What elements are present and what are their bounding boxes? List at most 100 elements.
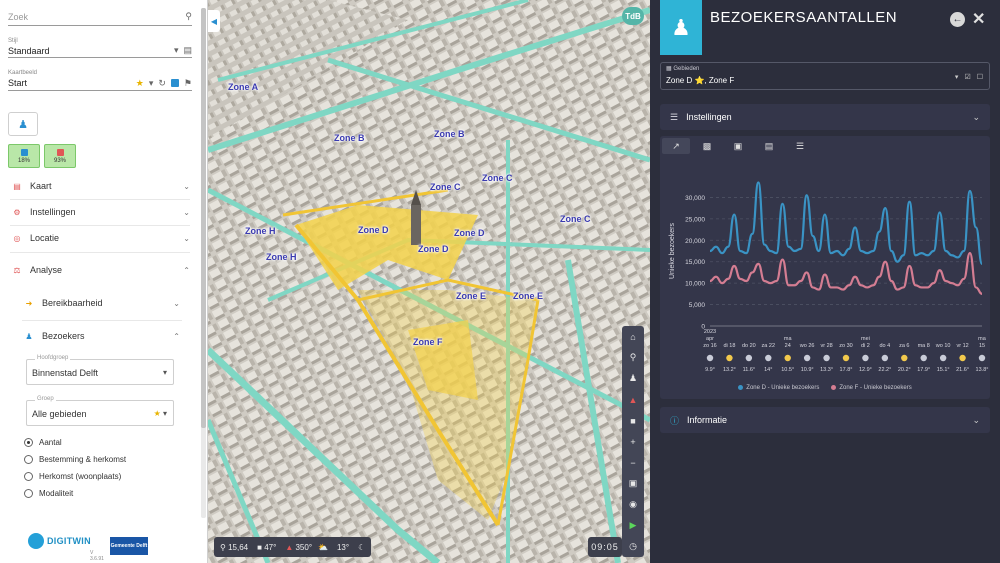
dropdown-arrow-icon[interactable]: ▾	[955, 73, 959, 81]
people-icon: ♟	[18, 118, 28, 131]
zone-label: Zone C	[482, 173, 513, 183]
cube-icon: ■	[257, 542, 262, 552]
clock-icon[interactable]: ◷	[622, 536, 644, 557]
dropdown-arrow-icon[interactable]: ▾	[149, 78, 154, 89]
deselect-checkbox[interactable]: ☐	[977, 73, 983, 81]
location-pin-icon[interactable]: ⚲	[622, 347, 644, 368]
viewpoint-select[interactable]: Kaartbeeld Start ★ ▾ ↻ ⚑	[8, 70, 192, 91]
layer-toggle-2[interactable]: 93%	[44, 144, 76, 168]
legend-item-zone-f[interactable]: Zone F - Unieke bezoekers	[831, 385, 912, 391]
cube-3d-icon[interactable]: ■	[622, 410, 644, 431]
checkbox-icon[interactable]	[170, 79, 179, 87]
chevron-left-icon: ◀	[210, 16, 218, 26]
dropdown-arrow-icon[interactable]: ▾	[174, 45, 179, 56]
digitwin-logo: DIGITWIN V 3.6.91	[28, 533, 104, 562]
weather-icon	[939, 354, 947, 362]
series-line	[709, 252, 983, 295]
zone-label: Zone D	[418, 244, 449, 254]
visitors-tool-button[interactable]: ♟	[8, 112, 38, 136]
layer-pct-2: 93%	[53, 157, 66, 164]
menu-instellingen[interactable]: ⚙ Instellingen ⌄	[12, 204, 190, 220]
menu-kaart[interactable]: ▤ Kaart ⌄	[12, 178, 190, 194]
gebieden-label-text: Gebieden	[673, 66, 700, 72]
chevron-down-icon: ⌄	[173, 298, 180, 308]
zoom-in-icon[interactable]: +	[622, 431, 644, 452]
menu-analyse[interactable]: ⚖ Analyse ⌃	[12, 262, 190, 278]
layers-icon[interactable]: ▣	[622, 473, 644, 494]
collapse-sidebar-button[interactable]: ◀	[208, 10, 220, 32]
select-all-checkbox[interactable]: ☑	[964, 73, 970, 81]
zone-label: Zone B	[434, 129, 465, 139]
camera-icon[interactable]: ◉	[622, 494, 644, 515]
x-tick-label: 24	[785, 343, 791, 349]
map-canvas[interactable]	[208, 0, 650, 563]
groep-select[interactable]: Groep Alle gebieden ★ ▾	[26, 396, 174, 426]
compass-icon[interactable]: ▲	[622, 389, 644, 410]
chevron-up-icon: ⌃	[173, 331, 180, 341]
search-icon[interactable]: ⚲	[185, 11, 192, 22]
radio-label: Bestemming & herkomst	[39, 454, 127, 464]
radio-button[interactable]	[24, 437, 33, 447]
visitor-panel: ♟ BEZOEKERSAANTALLEN ← ✕ ▦ Gebieden Zone…	[650, 0, 1000, 563]
style-select[interactable]: Stijl Standaard ▾ ▤	[8, 38, 192, 58]
sun-cloud-icon: ⛅	[318, 542, 328, 552]
time-display[interactable]: 09:05	[588, 537, 622, 557]
radio-modaliteit[interactable]: Modaliteit	[24, 487, 73, 499]
hoofdgroep-select[interactable]: Hoofdgroep Binnenstad Delft ▾	[26, 355, 174, 385]
weather-icon	[726, 354, 733, 362]
weather-icon	[920, 354, 927, 362]
zone-label: Zone E	[456, 291, 487, 301]
radio-button[interactable]	[24, 471, 33, 481]
weather-bar[interactable]: ⛅ 13° ☾	[312, 537, 372, 557]
zoom-value: 15,64	[228, 542, 249, 552]
menu-locatie[interactable]: ◎ Locatie ⌄	[12, 230, 191, 246]
close-button[interactable]: ✕	[972, 9, 985, 29]
radio-button[interactable]	[24, 454, 33, 464]
radio-bestemming[interactable]: Bestemming & herkomst	[24, 453, 126, 465]
radio-herkomst[interactable]: Herkomst (woonplaats)	[24, 470, 121, 482]
zone-label: Zone A	[228, 82, 259, 92]
gebieden-select[interactable]: ▦ Gebieden Zone D ⭐, Zone F ▾ ☑ ☐	[660, 62, 990, 90]
back-button[interactable]: ←	[950, 12, 965, 27]
radio-aantal[interactable]: Aantal	[24, 436, 62, 448]
zone-label: Zone H	[245, 226, 276, 236]
favorite-star-icon[interactable]: ★	[136, 78, 144, 89]
radio-button[interactable]	[24, 488, 33, 498]
layer-toggle-1[interactable]: 18%	[8, 144, 40, 168]
refresh-icon[interactable]: ↻	[158, 78, 166, 89]
pegman-icon[interactable]: ♟	[622, 368, 644, 389]
x-tick-label-top: ma	[784, 336, 793, 342]
weather-icon	[745, 354, 753, 362]
search-input[interactable]: Zoek	[8, 12, 28, 22]
informatie-accordion[interactable]: ⓘ Informatie ⌄	[660, 407, 990, 433]
temperature-label: 13.8°	[976, 367, 989, 373]
sidebar-scrollbar[interactable]	[201, 8, 206, 518]
map-view[interactable]: Zone A Zone B Zone B Zone C Zone C Zone …	[208, 0, 650, 563]
gear-icon: ⚙	[13, 207, 21, 217]
search-box[interactable]: Zoek ⚲	[8, 8, 192, 26]
gemeente-delft-logo: Gemeente Delft	[110, 537, 148, 555]
submenu-bezoekers[interactable]: ♟ Bezoekers ⌃	[24, 328, 180, 344]
zone-label: Zone E	[513, 291, 544, 301]
home-icon[interactable]: ⌂	[622, 326, 644, 347]
gebieden-value: Zone D ⭐, Zone F	[666, 76, 735, 85]
x-tick-label-top: mei	[861, 336, 870, 342]
panel-title: BEZOEKERSAANTALLEN	[710, 9, 898, 26]
chevron-down-icon: ⌄	[183, 207, 190, 217]
star-dropdown: ★ ▾	[153, 409, 167, 418]
play-icon[interactable]: ▶	[622, 515, 644, 536]
sliders-icon: ☰	[670, 111, 679, 122]
scrollbar-thumb[interactable]	[201, 8, 206, 428]
flask-icon: ⚖	[13, 265, 21, 275]
user-avatar[interactable]: TdB	[622, 7, 644, 25]
instellingen-accordion[interactable]: ☰ Instellingen ⌄	[660, 104, 990, 130]
submenu-bereikbaarheid[interactable]: ➜ Bereikbaarheid ⌄	[24, 295, 180, 311]
church-tower	[411, 205, 421, 245]
map-book-icon[interactable]: ▤	[183, 45, 192, 56]
weather-temp: 13°	[336, 542, 350, 552]
style-value: Standaard	[8, 45, 50, 56]
person-pin-icon[interactable]: ⚑	[184, 78, 192, 89]
legend-item-zone-d[interactable]: Zone D - Unieke bezoekers	[738, 385, 819, 391]
radio-label: Herkomst (woonplaats)	[39, 471, 122, 481]
zoom-out-icon[interactable]: −	[622, 452, 644, 473]
